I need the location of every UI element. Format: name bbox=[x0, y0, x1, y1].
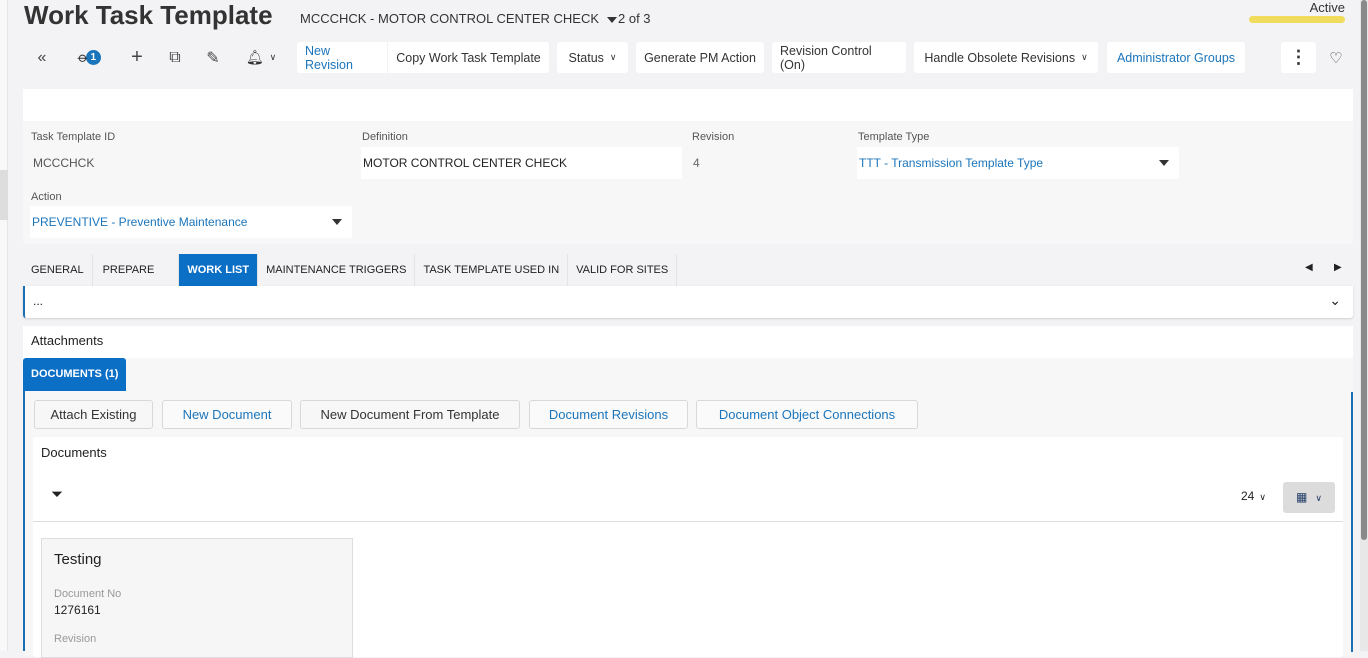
scrollbar[interactable] bbox=[1360, 0, 1368, 651]
scrollbar-thumb[interactable] bbox=[1361, 0, 1367, 540]
handle-obsolete-revisions-dropdown[interactable]: Handle Obsolete Revisions ∨ bbox=[914, 42, 1098, 73]
duplicate-icon[interactable]: ⧉ bbox=[163, 42, 187, 73]
tab-scroll-right-icon[interactable]: ▶ bbox=[1334, 262, 1342, 273]
chevron-down-icon: ∨ bbox=[1259, 492, 1266, 502]
status-indicator bbox=[1249, 16, 1345, 23]
document-no-value: 1276161 bbox=[54, 603, 101, 617]
filter-icon[interactable]: ⏷ bbox=[51, 486, 63, 503]
chevron-down-icon: ∨ bbox=[1081, 52, 1088, 62]
attachments-button[interactable]: ⌀ 1 bbox=[72, 42, 108, 73]
section-border bbox=[23, 391, 25, 651]
definition-input[interactable]: MOTOR CONTROL CENTER CHECK bbox=[361, 147, 682, 179]
tab-task-template-used-in[interactable]: TASK TEMPLATE USED IN bbox=[415, 254, 569, 286]
action-select[interactable]: PREVENTIVE - Preventive Maintenance bbox=[30, 206, 352, 238]
generate-pm-action-button[interactable]: Generate PM Action bbox=[636, 42, 764, 73]
add-icon[interactable]: + bbox=[125, 42, 149, 73]
collapse-double-chevron-icon[interactable]: « bbox=[30, 42, 54, 73]
document-object-connections-button[interactable]: Document Object Connections bbox=[696, 400, 918, 429]
left-edge-handle bbox=[0, 170, 8, 220]
template-type-select[interactable]: TTT - Transmission Template Type bbox=[857, 147, 1179, 179]
attach-existing-button[interactable]: Attach Existing bbox=[34, 400, 153, 429]
administrator-groups-button[interactable]: Administrator Groups bbox=[1107, 42, 1245, 73]
tab-general[interactable]: GENERAL bbox=[23, 254, 93, 286]
definition-label: Definition bbox=[362, 131, 408, 143]
work-list-section[interactable]: ... ⌄ bbox=[23, 286, 1353, 318]
tab-work-list[interactable]: WORK LIST bbox=[179, 254, 259, 286]
more-options-icon[interactable]: ⋮ bbox=[1281, 42, 1316, 73]
favorite-heart-icon[interactable]: ♡ bbox=[1324, 42, 1348, 73]
page-size-value: 24 bbox=[1241, 489, 1255, 503]
new-document-from-template-button[interactable]: New Document From Template bbox=[300, 400, 520, 429]
tab-valid-for-sites[interactable]: VALID FOR SITES bbox=[568, 254, 678, 286]
chevron-down-icon: ∨ bbox=[609, 52, 617, 62]
revision-label: Revision bbox=[692, 131, 735, 143]
document-no-label: Document No bbox=[54, 588, 122, 600]
handle-obsolete-label: Handle Obsolete Revisions bbox=[924, 50, 1076, 65]
status-label: Active bbox=[1309, 0, 1345, 15]
task-template-id-value: MCCCHCK bbox=[33, 156, 95, 170]
chevron-down-icon: ∨ bbox=[1315, 493, 1322, 503]
revision-control-button[interactable]: Revision Control (On) bbox=[772, 42, 906, 73]
action-value: PREVENTIVE - Preventive Maintenance bbox=[32, 215, 248, 229]
left-edge bbox=[0, 0, 8, 651]
tab-maintenance-triggers[interactable]: MAINTENANCE TRIGGERS bbox=[258, 254, 416, 286]
caret-down-icon bbox=[332, 219, 342, 225]
caret-down-icon bbox=[607, 16, 618, 23]
notification-dropdown[interactable]: 🔔︎ ∨ bbox=[241, 42, 281, 73]
record-selector[interactable]: MCCCHCK - MOTOR CONTROL CENTER CHECK bbox=[300, 11, 618, 26]
status-dropdown[interactable]: Status ∨ bbox=[557, 42, 628, 73]
collapsed-content: ... bbox=[33, 294, 44, 308]
tab-documents[interactable]: DOCUMENTS (1) bbox=[23, 358, 127, 391]
action-label: Action bbox=[31, 191, 62, 203]
new-revision-button[interactable]: New Revision bbox=[297, 42, 387, 73]
divider bbox=[33, 521, 1343, 522]
chevron-down-icon[interactable]: ⌄ bbox=[1329, 292, 1341, 309]
record-name: MCCCHCK - MOTOR CONTROL CENTER CHECK bbox=[300, 11, 600, 26]
document-card-title: Testing bbox=[54, 551, 102, 568]
caret-down-icon bbox=[1159, 160, 1169, 166]
attachments-title: Attachments bbox=[23, 326, 1353, 358]
page-size-dropdown[interactable]: 24 ∨ bbox=[1241, 489, 1266, 503]
section-border bbox=[1351, 392, 1353, 652]
status-dropdown-label: Status bbox=[568, 50, 604, 65]
document-card[interactable]: Testing Document No 1276161 Revision bbox=[41, 538, 353, 658]
document-revisions-button[interactable]: Document Revisions bbox=[529, 400, 688, 429]
revision-label: Revision bbox=[54, 633, 97, 645]
bell-icon: 🔔︎ bbox=[245, 49, 264, 65]
record-pager: 2 of 3 bbox=[618, 11, 651, 26]
view-mode-dropdown[interactable]: ▦ ∨ bbox=[1283, 482, 1335, 513]
chevron-down-icon: ∨ bbox=[269, 52, 277, 62]
revision-value: 4 bbox=[693, 156, 700, 170]
template-type-value: TTT - Transmission Template Type bbox=[859, 156, 1044, 170]
tab-bar: GENERAL PREPARE WORK LIST MAINTENANCE TR… bbox=[23, 254, 678, 286]
template-type-label: Template Type bbox=[858, 131, 930, 143]
task-template-id-label: Task Template ID bbox=[31, 131, 116, 143]
edit-pencil-icon[interactable]: ✎ bbox=[201, 42, 225, 73]
copy-template-button[interactable]: Copy Work Task Template bbox=[388, 42, 549, 73]
tab-prepare[interactable]: PREPARE bbox=[92, 254, 180, 286]
page-title: Work Task Template bbox=[24, 0, 273, 30]
new-document-button[interactable]: New Document bbox=[162, 400, 292, 429]
grid-view-icon: ▦ bbox=[1296, 490, 1308, 504]
documents-title: Documents bbox=[41, 445, 107, 460]
tab-scroll-left-icon[interactable]: ◀ bbox=[1305, 262, 1313, 273]
